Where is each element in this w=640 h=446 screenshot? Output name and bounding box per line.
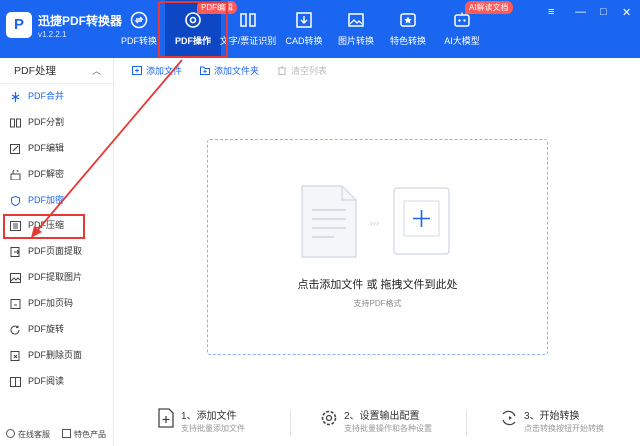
add-folder-button[interactable]: 添加文件夹: [200, 64, 259, 77]
add-folder-icon: [200, 66, 210, 75]
minimize-icon[interactable]: —: [575, 6, 586, 18]
add-file-label: 添加文件: [146, 66, 183, 76]
sidebar-item-label: PDF编辑: [28, 142, 65, 153]
featured-products-link[interactable]: 特色产品: [62, 424, 106, 446]
tab-label: 图片转换: [337, 36, 374, 46]
customer-service-link[interactable]: 在线客服: [6, 424, 50, 446]
file-drop-zone[interactable]: ››› 点击添加文件 或 拖拽文件到此处 支持PDF格式: [207, 139, 548, 355]
edit-icon: [10, 143, 20, 154]
sidebar-item-label: PDF加页码: [28, 298, 74, 309]
sidebar-item-label: PDF加密: [28, 194, 65, 205]
maximize-icon[interactable]: □: [600, 6, 607, 18]
clear-list-button[interactable]: 清空列表: [277, 64, 327, 77]
step-title: 2、设置输出配置: [344, 411, 420, 422]
annotation-box-tab: [158, 1, 228, 58]
app-logo: P: [6, 12, 32, 38]
unlock-icon: [10, 169, 21, 180]
chevron-up-icon: ︿: [91, 66, 101, 76]
sidebar-item-split[interactable]: PDF分割: [0, 110, 113, 136]
delete-page-icon: [10, 350, 20, 361]
sidebar-item-image-extract[interactable]: PDF提取图片: [0, 265, 113, 291]
page-extract-icon: [10, 247, 20, 258]
drop-illustration: ›››: [301, 185, 450, 258]
sidebar-item-edit[interactable]: PDF编辑: [0, 136, 113, 162]
step-desc: 支持批量操作和各种设置: [344, 424, 432, 433]
product-icon: [62, 429, 71, 438]
sidebar-item-label: PDF合并: [28, 91, 65, 101]
merge-icon: [11, 92, 20, 102]
star-icon: [400, 13, 416, 27]
sidebar-item-page-extract[interactable]: PDF页面提取: [0, 239, 113, 265]
badge-ai-doc: AI解读文档: [465, 1, 513, 14]
sidebar-item-read[interactable]: PDF阅读: [0, 369, 113, 395]
tab-image-convert[interactable]: 图片转换: [328, 0, 384, 58]
sidebar-item-label: PDF页面提取: [28, 246, 83, 257]
add-file-icon: [132, 66, 142, 75]
page-number-icon: [10, 299, 21, 310]
featured-products-label: 特色产品: [74, 430, 106, 439]
sidebar-item-label: PDF解密: [28, 168, 65, 179]
sidebar-item-label: PDF删除页面: [28, 349, 83, 360]
step-divider: [466, 410, 467, 436]
sidebar-item-rotate[interactable]: PDF旋转: [0, 317, 113, 343]
image-extract-icon: [10, 273, 21, 284]
sidebar-item-encrypt[interactable]: PDF加密: [0, 188, 113, 214]
lock-icon: [11, 195, 20, 206]
sidebar-item-merge[interactable]: PDF合并: [0, 84, 113, 110]
drop-instruction: 点击添加文件 或 拖拽文件到此处: [297, 279, 458, 291]
sidebar-header-label: PDF处理: [14, 65, 56, 77]
drop-format-hint: 支持PDF格式: [353, 299, 402, 308]
sidebar-item-label: PDF分割: [28, 116, 65, 127]
close-icon[interactable]: ✕: [622, 6, 631, 19]
step-title: 1、添加文件: [181, 411, 237, 422]
add-folder-label: 添加文件夹: [214, 66, 260, 76]
menu-icon[interactable]: ≡: [548, 6, 554, 18]
pdf-convert-icon: [130, 11, 148, 29]
title-bar: P 迅捷PDF转换器 v1.2.2.1 PDF转换 PDF操作 文字/票证识别 …: [0, 0, 640, 58]
sidebar-footer: 在线客服 特色产品: [0, 424, 114, 446]
step-divider: [290, 410, 291, 436]
scan-icon: [240, 13, 256, 27]
add-file-button[interactable]: 添加文件: [132, 64, 182, 77]
step-desc: 支持批量添加文件: [181, 424, 245, 433]
toolbar: 添加文件 添加文件夹 清空列表: [115, 58, 640, 84]
sidebar-header[interactable]: PDF处理 ︿: [0, 58, 113, 84]
rotate-icon: [10, 325, 20, 335]
headset-icon: [6, 429, 15, 438]
svg-text:›››: ›››: [370, 218, 379, 228]
step-desc: 点击转换按钮开始转换: [524, 424, 604, 433]
tab-cad-convert[interactable]: CAD转换: [276, 0, 332, 58]
tab-label: AI大模型: [444, 36, 480, 46]
convert-icon: [502, 410, 516, 426]
annotation-box-compress: [3, 214, 85, 239]
step-title: 3、开始转换: [524, 411, 580, 422]
tab-featured-convert[interactable]: 特色转换: [380, 0, 436, 58]
tab-label: CAD转换: [285, 36, 323, 46]
customer-service-label: 在线客服: [18, 430, 50, 439]
sidebar-item-label: PDF旋转: [28, 324, 65, 335]
app-name: 迅捷PDF转换器: [38, 14, 123, 28]
sidebar-item-decrypt[interactable]: PDF解密: [0, 162, 113, 188]
tab-label: 特色转换: [389, 36, 426, 46]
sidebar-item-delete-page[interactable]: PDF删除页面: [0, 343, 113, 369]
cad-icon: [296, 12, 312, 28]
sidebar-item-label: PDF提取图片: [28, 272, 83, 283]
add-file-step-icon: [158, 408, 174, 428]
sidebar: PDF处理 ︿ PDF合并 PDF分割 PDF编辑 PDF解密 PDF加密 PD…: [0, 58, 114, 446]
sidebar-item-page-number[interactable]: PDF加页码: [0, 291, 113, 317]
gear-icon: [321, 410, 337, 426]
trash-icon: [278, 66, 286, 75]
read-icon: [10, 376, 21, 387]
sidebar-item-label: PDF阅读: [28, 375, 65, 386]
app-version: v1.2.2.1: [38, 30, 67, 39]
image-icon: [348, 13, 364, 27]
split-icon: [10, 118, 21, 128]
clear-list-label: 清空列表: [291, 66, 328, 76]
